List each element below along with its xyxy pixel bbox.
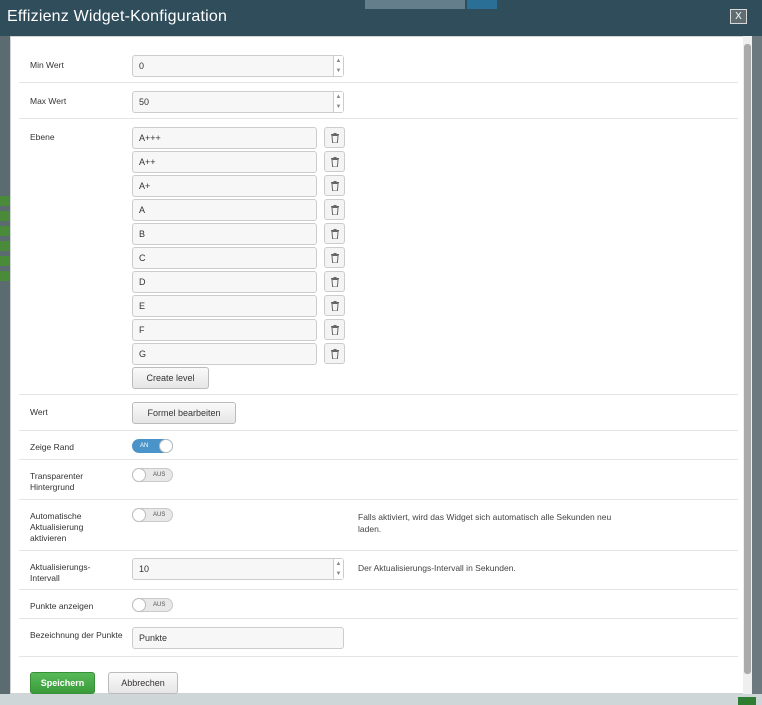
show-points-label: Punkte anzeigen <box>30 601 94 611</box>
row-min-value: Min Wert 0 ▲ ▼ <box>19 45 738 83</box>
chevron-down-icon[interactable]: ▼ <box>334 569 343 579</box>
show-border-toggle[interactable]: AN <box>132 439 173 453</box>
row-auto-update: Automatische Aktualisierung aktivieren A… <box>19 500 738 551</box>
toggle-knob <box>132 508 146 522</box>
level-input[interactable]: A+++ <box>132 127 317 149</box>
chevron-up-icon[interactable]: ▲ <box>334 92 343 102</box>
create-level-button[interactable]: Create level <box>132 367 209 389</box>
level-input[interactable]: A <box>132 199 317 221</box>
delete-level-button[interactable] <box>324 271 345 292</box>
row-update-interval: Aktualisierungs-Intervall 10 ▲ ▼ Der Akt… <box>19 551 738 590</box>
delete-level-button[interactable] <box>324 223 345 244</box>
max-value-spinner[interactable]: ▲ ▼ <box>333 92 343 112</box>
points-name-input[interactable]: Punkte <box>132 627 344 649</box>
delete-level-button[interactable] <box>324 295 345 316</box>
edit-formula-button[interactable]: Formel bearbeiten <box>132 402 236 424</box>
update-interval-text: 10 <box>139 564 150 574</box>
level-input[interactable]: E <box>132 295 317 317</box>
update-interval-help: Der Aktualisierungs-Intervall in Sekunde… <box>358 563 516 573</box>
row-levels: Ebene A+++ A++ A+ A B C D E F G Create l… <box>19 119 738 395</box>
chevron-up-icon[interactable]: ▲ <box>334 559 343 569</box>
toggle-state-text: AN <box>140 443 149 449</box>
level-input[interactable]: F <box>132 319 317 341</box>
update-interval-label: Aktualisierungs-Intervall <box>30 562 91 583</box>
auto-update-help: Falls aktiviert, wird das Widget sich au… <box>358 512 612 534</box>
toggle-state-text: AUS <box>153 512 166 518</box>
level-input[interactable]: A+ <box>132 175 317 197</box>
chevron-down-icon[interactable]: ▼ <box>334 102 343 112</box>
trash-icon <box>331 229 339 239</box>
save-button[interactable]: Speichern <box>30 672 95 694</box>
background-ok-badge <box>738 697 756 705</box>
delete-level-button[interactable] <box>324 247 345 268</box>
delete-level-button[interactable] <box>324 127 345 148</box>
dialog-body: Min Wert 0 ▲ ▼ Max Wert 50 ▲ ▼ Ebene A++… <box>10 36 752 694</box>
toggle-knob <box>159 439 173 453</box>
trash-icon <box>331 301 339 311</box>
trash-icon <box>331 181 339 191</box>
trash-icon <box>331 325 339 335</box>
chevron-down-icon[interactable]: ▼ <box>334 66 343 76</box>
trash-icon <box>331 349 339 359</box>
max-value-text: 50 <box>139 97 150 107</box>
toggle-state-text: AUS <box>153 472 166 478</box>
dialog-title: Effizienz Widget-Konfiguration <box>7 8 228 25</box>
value-label: Wert <box>30 407 48 417</box>
level-input[interactable]: G <box>132 343 317 365</box>
show-points-toggle[interactable]: AUS <box>132 598 173 612</box>
row-points-name: Bezeichnung der Punkte Punkte <box>19 619 738 657</box>
transparent-background-label: Transparenter Hintergrund <box>30 471 84 492</box>
max-value-label: Max Wert <box>30 96 67 106</box>
scrollbar-thumb[interactable] <box>744 44 751 674</box>
dialog-header: Effizienz Widget-Konfiguration X <box>0 0 762 36</box>
transparent-background-toggle[interactable]: AUS <box>132 468 173 482</box>
background-right-panel <box>752 36 762 705</box>
close-button[interactable]: X <box>730 9 747 24</box>
delete-level-button[interactable] <box>324 199 345 220</box>
scrollbar[interactable] <box>743 36 752 694</box>
toggle-state-text: AUS <box>153 602 166 608</box>
row-value: Wert Formel bearbeiten <box>19 395 738 431</box>
min-value-input[interactable]: 0 ▲ ▼ <box>132 55 344 77</box>
delete-level-button[interactable] <box>324 151 345 172</box>
min-value-label: Min Wert <box>30 60 64 70</box>
trash-icon <box>331 157 339 167</box>
row-max-value: Max Wert 50 ▲ ▼ <box>19 83 738 119</box>
row-show-points: Punkte anzeigen AUS <box>19 590 738 619</box>
trash-icon <box>331 253 339 263</box>
min-value-spinner[interactable]: ▲ ▼ <box>333 56 343 76</box>
level-input[interactable]: C <box>132 247 317 269</box>
cancel-button[interactable]: Abbrechen <box>108 672 178 694</box>
points-name-label: Bezeichnung der Punkte <box>30 630 123 640</box>
min-value-text: 0 <box>139 61 145 71</box>
close-icon: X <box>735 11 742 22</box>
trash-icon <box>331 133 339 143</box>
background-left-panel <box>0 36 10 705</box>
row-show-border: Zeige Rand AN <box>19 431 738 460</box>
update-interval-input[interactable]: 10 ▲ ▼ <box>132 558 344 580</box>
update-interval-spinner[interactable]: ▲ ▼ <box>333 559 343 579</box>
level-input[interactable]: D <box>132 271 317 293</box>
delete-level-button[interactable] <box>324 175 345 196</box>
auto-update-label: Automatische Aktualisierung aktivieren <box>30 511 84 543</box>
level-input[interactable]: A++ <box>132 151 317 173</box>
delete-level-button[interactable] <box>324 343 345 364</box>
row-transparent-background: Transparenter Hintergrund AUS <box>19 460 738 500</box>
auto-update-toggle[interactable]: AUS <box>132 508 173 522</box>
trash-icon <box>331 205 339 215</box>
delete-level-button[interactable] <box>324 319 345 340</box>
chevron-up-icon[interactable]: ▲ <box>334 56 343 66</box>
toggle-knob <box>132 598 146 612</box>
trash-icon <box>331 277 339 287</box>
show-border-label: Zeige Rand <box>30 442 74 452</box>
levels-label: Ebene <box>30 132 55 142</box>
background-footer <box>0 694 762 705</box>
toggle-knob <box>132 468 146 482</box>
level-input[interactable]: B <box>132 223 317 245</box>
max-value-input[interactable]: 50 ▲ ▼ <box>132 91 344 113</box>
